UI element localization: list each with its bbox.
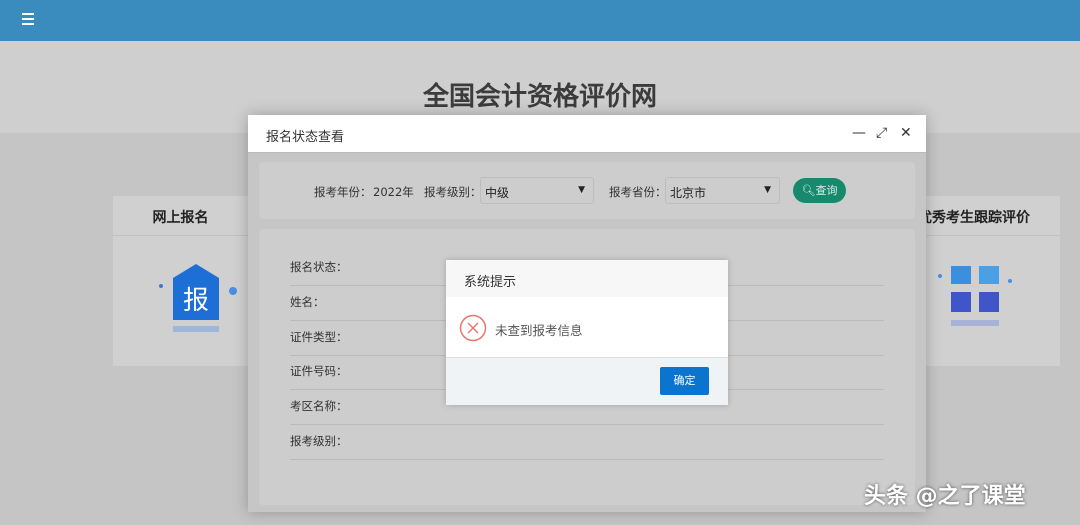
hamburger-menu-icon[interactable] <box>22 13 34 25</box>
field-label: 报名状态： <box>290 260 348 274</box>
field-row: 报考级别： <box>290 425 884 460</box>
watermark: 头条 @之了课堂 <box>864 484 1026 509</box>
query-button[interactable]: 🔍︎查询 <box>793 178 846 203</box>
card-title: 网上报名 <box>113 196 248 236</box>
field-label: 报考级别： <box>290 434 348 448</box>
province-label: 报考省份： <box>609 185 667 199</box>
province-value: 北京市 <box>670 186 707 200</box>
confirm-button[interactable]: 确定 <box>660 367 709 395</box>
alert-title: 系统提示 <box>446 260 728 297</box>
level-label: 报考级别： <box>424 185 482 199</box>
field-label: 证件类型： <box>290 330 348 344</box>
butterfly-icon <box>938 266 1012 326</box>
card-title: 优秀考生跟踪评价 <box>918 196 1060 236</box>
icon-text: 报 <box>183 286 209 316</box>
site-title: 全国会计资格评价网 <box>422 82 657 112</box>
card-excellent-candidate[interactable]: 优秀考生跟踪评价 <box>918 196 1060 366</box>
minimize-icon[interactable]: — <box>852 125 866 141</box>
field-label: 证件号码： <box>290 364 348 378</box>
level-value: 中级 <box>485 186 510 200</box>
year-value: 2022年 <box>373 185 414 199</box>
level-select[interactable]: 中级 ▼ <box>480 177 594 204</box>
field-label: 考区名称： <box>290 399 348 413</box>
close-icon[interactable]: ✕ <box>900 125 912 141</box>
search-icon: 🔍︎ <box>801 184 816 197</box>
dropdown-arrow-icon: ▼ <box>578 185 585 195</box>
year-label: 报考年份： <box>314 185 372 199</box>
province-select[interactable]: 北京市 ▼ <box>665 177 780 204</box>
registration-icon: 报 <box>159 264 237 332</box>
alert-message: 未查到报考信息 <box>495 323 583 338</box>
query-label: 查询 <box>815 184 838 197</box>
dialog-title: 报名状态查看 <box>266 130 345 145</box>
maximize-icon[interactable]: ⤢ <box>876 125 887 141</box>
card-online-registration[interactable]: 网上报名 报 <box>113 196 248 366</box>
dropdown-arrow-icon: ▼ <box>764 185 771 195</box>
top-bar <box>0 0 1080 41</box>
error-icon <box>459 314 487 342</box>
field-label: 姓名： <box>290 295 325 309</box>
system-alert-dialog: 系统提示 未查到报考信息 确定 <box>446 260 728 405</box>
